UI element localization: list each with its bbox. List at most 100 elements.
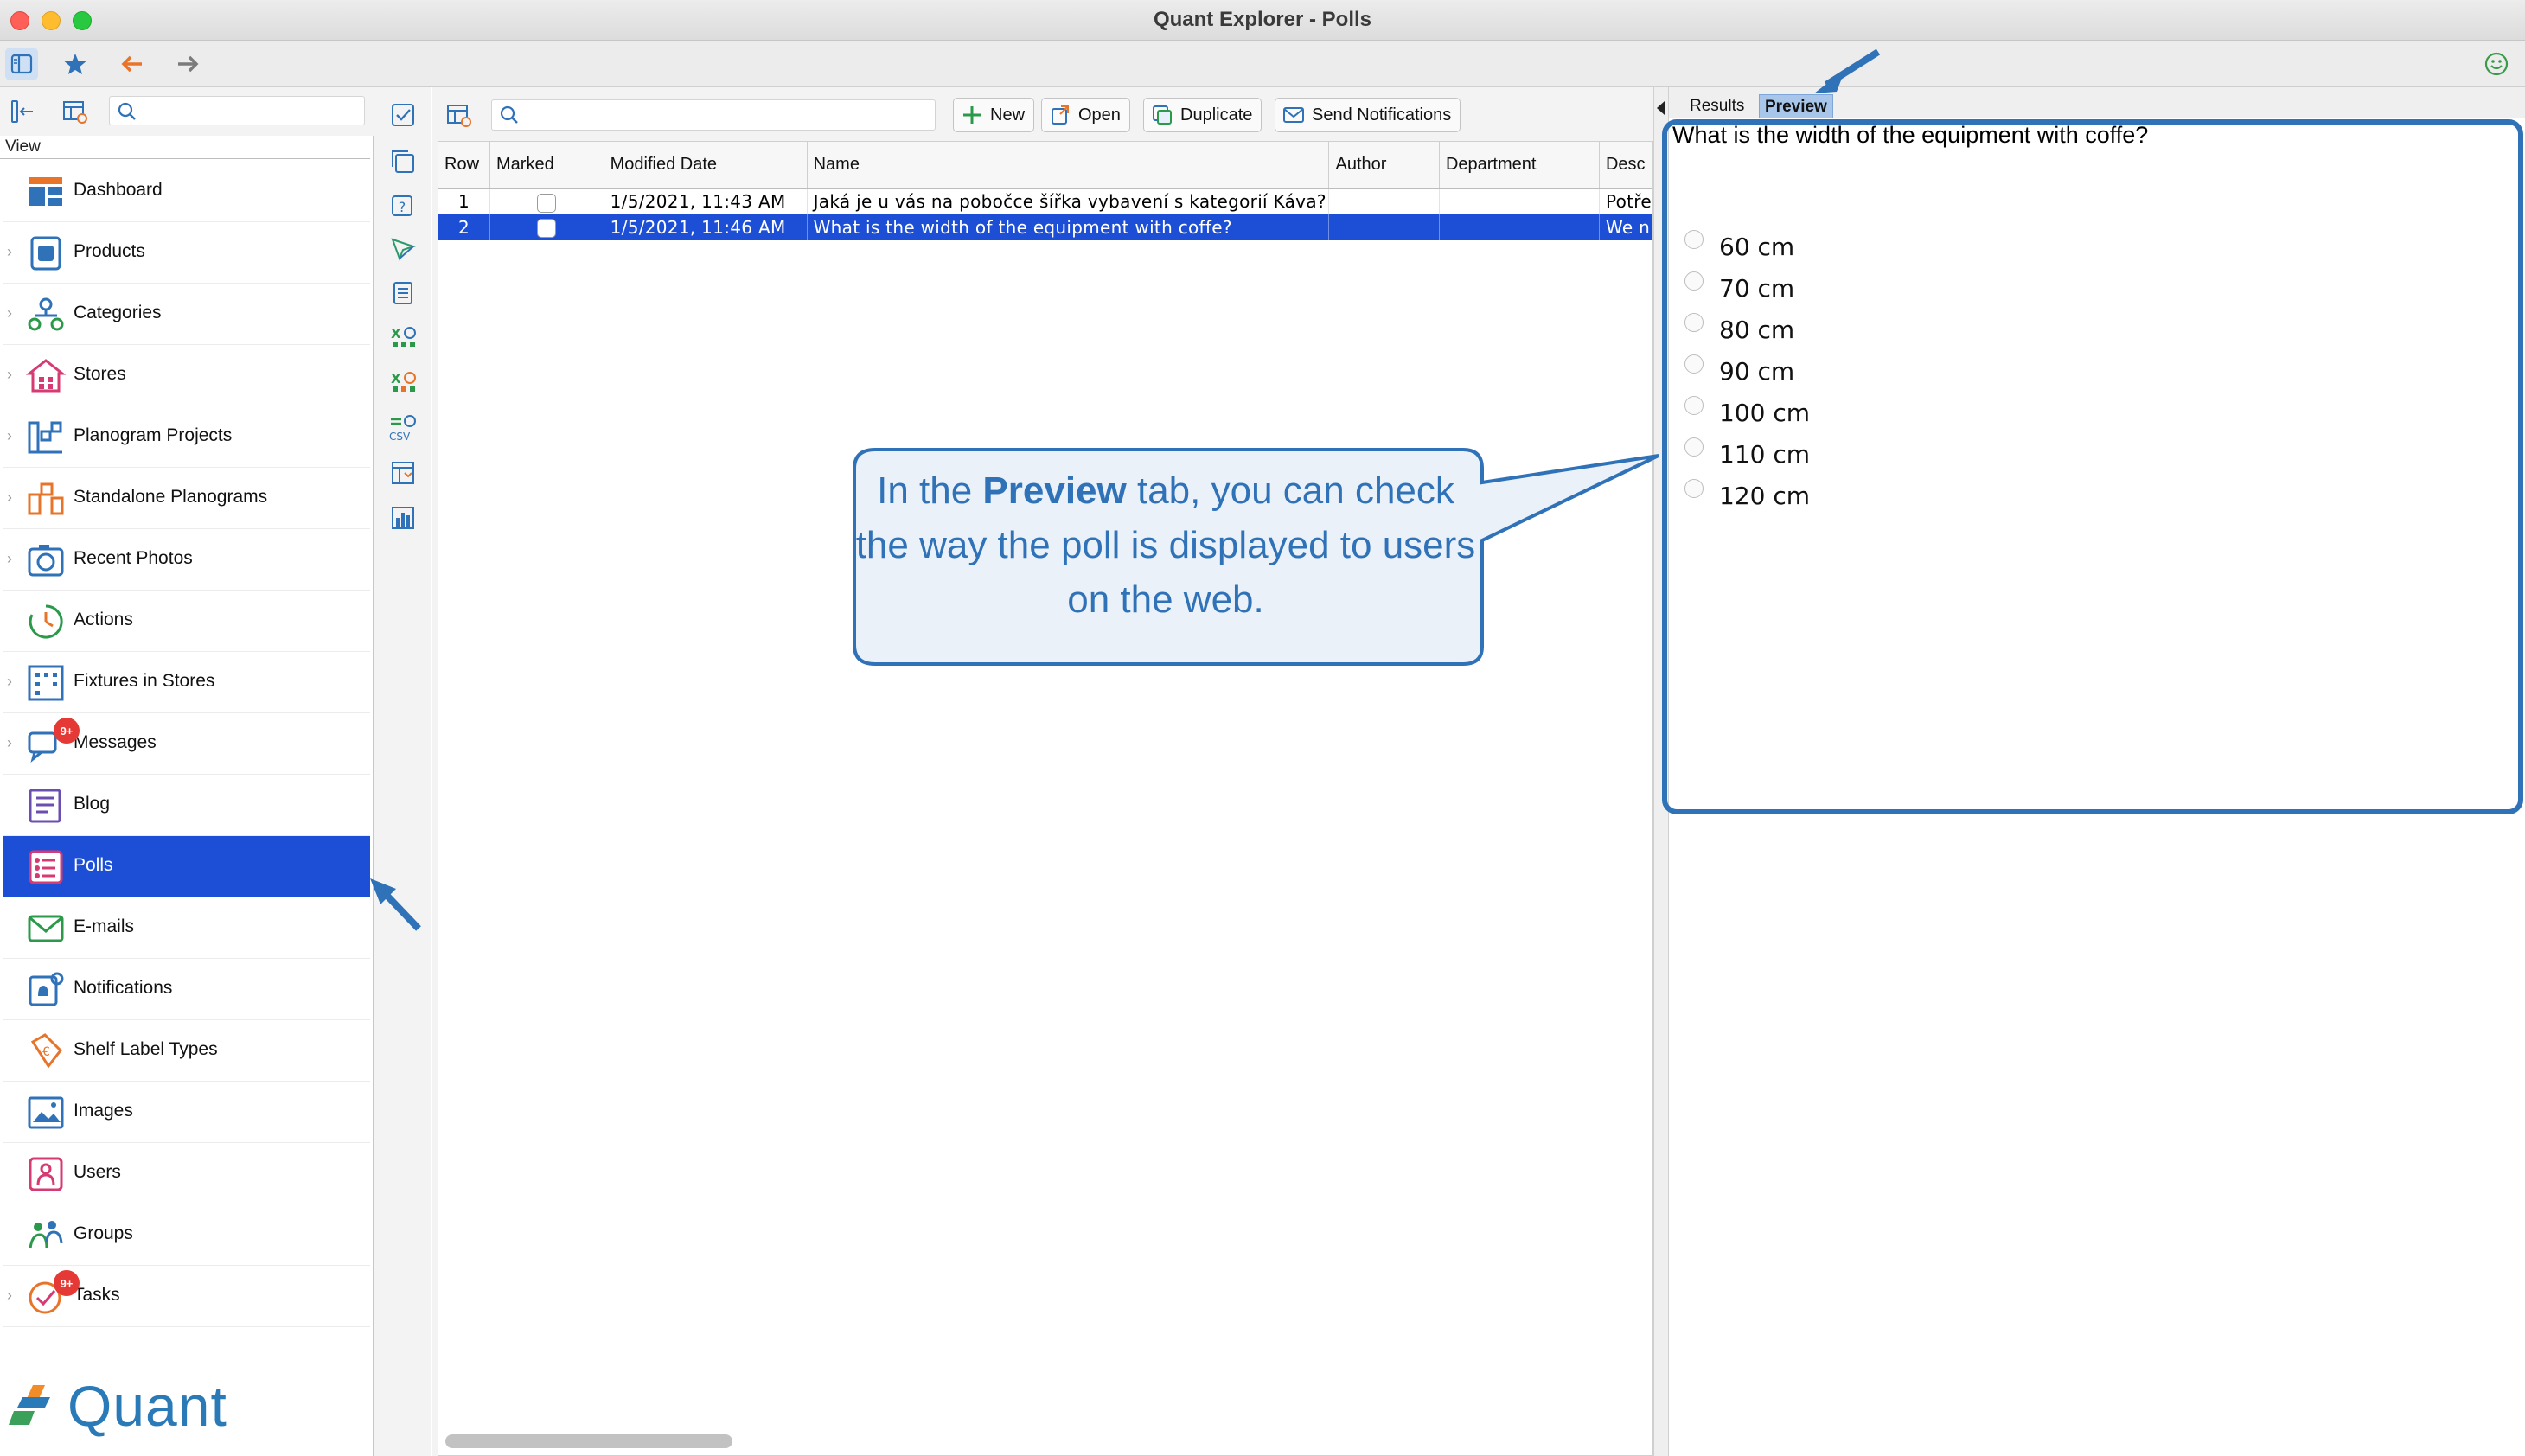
column-header-author[interactable]: Author [1328, 142, 1440, 189]
sidebar-item-categories[interactable]: › Categories [3, 284, 370, 345]
toggle-sidebar-button[interactable] [5, 48, 38, 80]
send-icon[interactable] [387, 233, 419, 264]
sidebar-item-messages[interactable]: › Messages 9+ [3, 713, 370, 775]
sidebar-search-input[interactable] [109, 96, 365, 125]
sidebar-item-label: Messages [74, 732, 157, 752]
copy-icon[interactable] [387, 146, 419, 177]
chevron-right-icon[interactable]: › [7, 1287, 12, 1305]
column-settings-icon[interactable] [444, 101, 472, 129]
table-settings-icon[interactable] [61, 98, 88, 125]
sidebar-item-standalone-planograms[interactable]: › Standalone Planograms [3, 468, 370, 529]
column-header-desc[interactable]: Desc [1599, 142, 1652, 189]
author-cell [1328, 214, 1440, 240]
chevron-right-icon[interactable]: › [7, 550, 12, 568]
poll-option[interactable]: 60 cm [1684, 229, 1794, 264]
sidebar-item-planogram-projects[interactable]: › Planogram Projects [3, 406, 370, 468]
name-cell: Jaká je u vás na pobočce šířka vybavení … [807, 188, 1330, 214]
poll-option[interactable]: 90 cm [1684, 354, 1794, 388]
new-button[interactable]: New [953, 98, 1035, 132]
radio-button[interactable] [1684, 437, 1704, 457]
sidebar-item-label: Stores [74, 364, 126, 384]
chart-icon[interactable] [387, 502, 419, 533]
marked-checkbox[interactable] [537, 193, 557, 213]
plus-icon [963, 106, 981, 124]
help-icon[interactable]: ? [387, 189, 419, 220]
sidebar-item-shelf-label-types[interactable]: € Shelf Label Types [3, 1020, 370, 1082]
sidebar-item-notifications[interactable]: Notifications [3, 959, 370, 1020]
radio-button[interactable] [1684, 313, 1704, 332]
view-label: View [5, 137, 41, 156]
duplicate-button[interactable]: Duplicate [1143, 98, 1262, 132]
sidebar-item-tasks[interactable]: › Tasks 9+ [3, 1266, 370, 1327]
sidebar-item-dashboard[interactable]: Dashboard [3, 161, 370, 222]
poll-option-label: 60 cm [1719, 232, 1795, 261]
collapse-panel-icon[interactable] [9, 98, 36, 125]
radio-button[interactable] [1684, 396, 1704, 415]
chevron-right-icon[interactable]: › [7, 734, 12, 752]
column-header-department[interactable]: Department [1439, 142, 1600, 189]
chevron-right-icon[interactable]: › [7, 243, 12, 261]
chevron-right-icon[interactable]: › [7, 366, 12, 384]
sidebar-item-e-mails[interactable]: E-mails [3, 897, 370, 959]
sidebar-item-polls[interactable]: Polls [3, 836, 370, 897]
open-button[interactable]: Open [1041, 98, 1130, 132]
sidebar-item-images[interactable]: Images [3, 1082, 370, 1143]
column-header-modified-date[interactable]: Modified Date [604, 142, 808, 189]
radio-button[interactable] [1684, 479, 1704, 498]
detail-panel: Results Preview What is the width of the… [1669, 87, 2525, 1456]
radio-button[interactable] [1684, 354, 1704, 374]
excel-import-icon[interactable]: X [387, 367, 419, 399]
radio-button[interactable] [1684, 271, 1704, 291]
table-row[interactable]: 1 1/5/2021, 11:43 AM Jaká je u vás na pobo… [438, 188, 1652, 214]
column-header-row[interactable]: Row [438, 142, 490, 189]
svg-text:X: X [391, 326, 401, 342]
tab-results[interactable]: Results [1684, 94, 1749, 118]
sidebar-item-stores[interactable]: › Stores [3, 345, 370, 406]
excel-export-icon[interactable]: X [387, 322, 419, 354]
favorites-button[interactable] [59, 48, 92, 80]
table-import-icon[interactable] [387, 457, 419, 489]
horizontal-scrollbar[interactable] [445, 1434, 732, 1448]
feedback-smiley-icon[interactable] [2483, 51, 2509, 77]
sidebar-item-groups[interactable]: Groups [3, 1204, 370, 1266]
marked-cell [489, 188, 604, 214]
sidebar-item-recent-photos[interactable]: › Recent Photos [3, 529, 370, 591]
svg-text:X: X [391, 371, 401, 386]
chevron-right-icon[interactable]: › [7, 673, 12, 691]
poll-option-label: 70 cm [1719, 273, 1795, 303]
chevron-right-icon[interactable]: › [7, 304, 12, 322]
sidebar-item-users[interactable]: Users [3, 1143, 370, 1204]
column-header-marked[interactable]: Marked [489, 142, 604, 189]
csv-export-icon[interactable]: CSV [387, 412, 419, 444]
send-notifications-button[interactable]: Send Notifications [1275, 98, 1461, 132]
sidebar-item-label: Images [74, 1101, 133, 1121]
radio-button[interactable] [1684, 230, 1704, 249]
poll-option[interactable]: 110 cm [1684, 437, 1810, 471]
products-icon [30, 236, 61, 271]
sidebar-item-products[interactable]: › Products [3, 222, 370, 284]
poll-option[interactable]: 80 cm [1684, 312, 1794, 347]
sidebar-item-fixtures-in-stores[interactable]: › Fixtures in Stores [3, 652, 370, 713]
polls-icon [29, 850, 63, 884]
poll-option[interactable]: 120 cm [1684, 478, 1810, 513]
back-button[interactable] [116, 48, 149, 80]
column-header-name[interactable]: Name [807, 142, 1330, 189]
sidebar-item-label: Actions [74, 610, 133, 629]
list-toolbar: New Open Duplicate Send Notifications [432, 87, 1653, 141]
poll-option[interactable]: 100 cm [1684, 395, 1810, 430]
sidebar-item-blog[interactable]: Blog [3, 775, 370, 836]
pane-splitter[interactable] [1653, 87, 1669, 1456]
table-row[interactable]: 2 1/5/2021, 11:46 AM What is the width of … [438, 214, 1652, 240]
mark-all-icon[interactable] [387, 99, 419, 131]
polls-search-input[interactable] [491, 99, 936, 131]
poll-option[interactable]: 70 cm [1684, 271, 1794, 305]
sidebar-item-actions[interactable]: Actions [3, 591, 370, 652]
tab-preview[interactable]: Preview [1759, 94, 1833, 118]
marked-checkbox[interactable] [537, 219, 557, 239]
collapse-arrow-icon[interactable] [1657, 101, 1665, 115]
chevron-right-icon[interactable]: › [7, 489, 12, 507]
chevron-right-icon[interactable]: › [7, 427, 12, 445]
document-icon[interactable] [387, 278, 419, 309]
forward-button[interactable] [171, 48, 204, 80]
poll-option-label: 110 cm [1719, 439, 1811, 469]
